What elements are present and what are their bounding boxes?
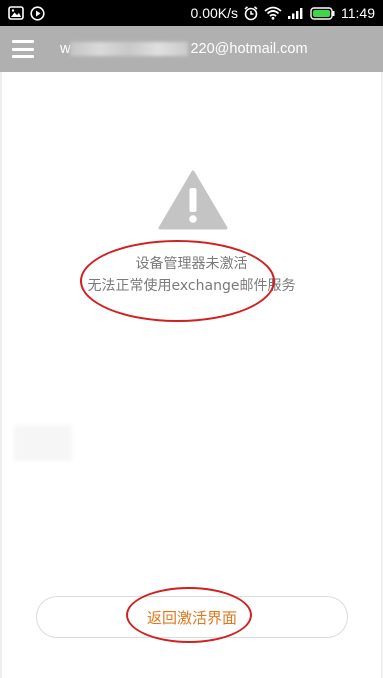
return-to-activation-label: 返回激活界面: [146, 608, 237, 627]
status-bar-left: [8, 5, 45, 21]
menu-icon-bar: [12, 55, 34, 58]
account-email[interactable]: w 220@hotmail.com: [60, 41, 308, 57]
left-edge-divider: [0, 72, 2, 678]
app-bar: w 220@hotmail.com: [0, 26, 383, 72]
wifi-icon: [264, 6, 282, 20]
menu-icon-bar: [12, 47, 34, 51]
clock: 11:49: [341, 5, 375, 21]
play-icon: [30, 5, 45, 21]
status-bar-right: 0.00K/s 11:49: [191, 5, 375, 21]
account-email-prefix: w: [60, 41, 71, 57]
network-speed: 0.00K/s: [190, 5, 238, 21]
warning-icon: [158, 170, 228, 230]
menu-button[interactable]: [12, 40, 34, 58]
menu-icon-bar: [12, 40, 34, 43]
redacted-text: [70, 42, 189, 56]
annotation-circle: [80, 240, 275, 322]
account-email-suffix: 220@hotmail.com: [190, 41, 308, 57]
signal-icon: [287, 7, 305, 20]
status-bar: 0.00K/s 11:49: [0, 0, 383, 26]
faded-background-element: [14, 425, 72, 461]
image-icon: [8, 6, 24, 20]
alarm-icon: [243, 5, 259, 21]
return-to-activation-button[interactable]: 返回激活界面: [36, 596, 348, 638]
battery-icon: [310, 6, 336, 20]
